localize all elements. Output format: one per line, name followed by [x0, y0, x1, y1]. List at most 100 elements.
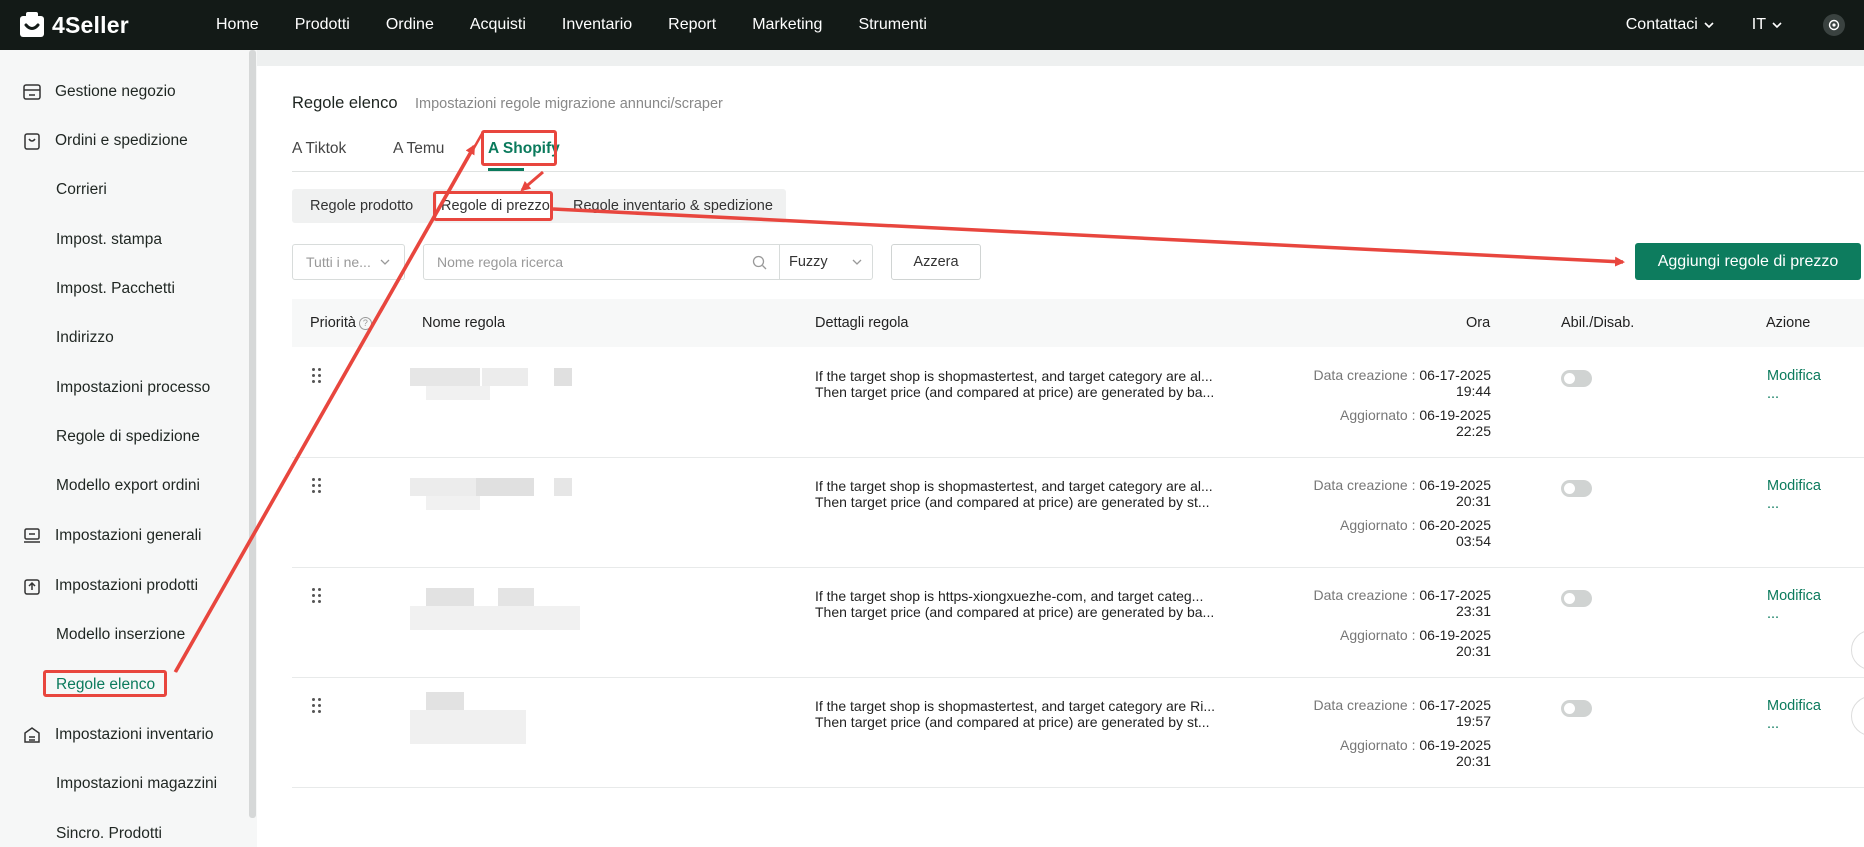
- drag-handle-icon[interactable]: [312, 478, 322, 494]
- nav-strumenti[interactable]: Strumenti: [858, 16, 926, 34]
- highlight-add-button: [1633, 241, 1863, 282]
- sidebar-item-regole-spedizione[interactable]: Regole di spedizione: [56, 426, 200, 448]
- sidebar-item-impostazioni-magazzini[interactable]: Impostazioni magazzini: [56, 773, 217, 795]
- sidebar-item-ordini-spedizione[interactable]: Ordini e spedizione: [22, 130, 188, 152]
- enable-toggle[interactable]: [1561, 480, 1592, 497]
- top-navbar: 4Seller Home Prodotti Ordine Acquisti In…: [0, 0, 1864, 50]
- nav-acquisti[interactable]: Acquisti: [470, 16, 526, 34]
- rule-name-blurred: [410, 478, 476, 496]
- edit-link[interactable]: Modifica: [1767, 588, 1821, 604]
- sidebar-item-impostazioni-prodotti[interactable]: Impostazioni prodotti: [22, 575, 198, 597]
- enable-toggle[interactable]: [1561, 590, 1592, 607]
- created-time: 19:57: [1455, 713, 1491, 729]
- rule-name-blurred: [410, 606, 580, 630]
- sidebar-item-impostazioni-processo[interactable]: Impostazioni processo: [56, 377, 210, 399]
- chevron-down-icon: [852, 259, 862, 265]
- sidebar-item-impost-stampa[interactable]: Impost. stampa: [56, 229, 162, 251]
- nav-inventario[interactable]: Inventario: [562, 16, 632, 34]
- table-row: If the target shop is shopmastertest, an…: [292, 348, 1864, 458]
- language-label: IT: [1751, 16, 1766, 33]
- updated-time: 20:31: [1455, 643, 1491, 659]
- nav-ordine[interactable]: Ordine: [386, 16, 434, 34]
- nav-report[interactable]: Report: [668, 16, 716, 34]
- more-actions-link[interactable]: ...: [1767, 716, 1779, 732]
- chevron-down-icon: [1772, 21, 1782, 28]
- edit-link[interactable]: Modifica: [1767, 478, 1821, 494]
- rule-name-blurred: [498, 588, 534, 606]
- nav-prodotti[interactable]: Prodotti: [295, 16, 350, 34]
- reset-button[interactable]: Azzera: [891, 244, 981, 280]
- shop-filter-value: Tutti i ne...: [306, 254, 371, 270]
- column-details: Dettagli regola: [815, 315, 909, 331]
- nav-home[interactable]: Home: [216, 16, 259, 34]
- app-logo[interactable]: 4Seller: [18, 12, 216, 39]
- enable-toggle[interactable]: [1561, 370, 1592, 387]
- edit-link[interactable]: Modifica: [1767, 698, 1821, 714]
- created-date: 06-17-2025: [1419, 367, 1491, 383]
- rule-name-blurred: [482, 368, 528, 386]
- created-date: 06-17-2025: [1419, 587, 1491, 603]
- created-label: Data creazione :: [1313, 697, 1416, 713]
- page-title: Regole elenco: [292, 94, 398, 112]
- tab-tiktok[interactable]: A Tiktok: [292, 140, 346, 158]
- drag-handle-icon[interactable]: [312, 698, 322, 714]
- main-nav: Home Prodotti Ordine Acquisti Inventario…: [216, 16, 963, 34]
- highlight-tab-shopify: [481, 130, 557, 166]
- sidebar-item-impostazioni-generali[interactable]: Impostazioni generali: [22, 525, 201, 547]
- rule-timestamps: Data creazione : 06-17-2025 19:57 Aggior…: [1050, 697, 1491, 769]
- created-label: Data creazione :: [1313, 587, 1416, 603]
- updated-date: 06-19-2025: [1419, 737, 1491, 753]
- more-actions-link[interactable]: ...: [1767, 386, 1779, 402]
- chevron-down-icon: [1704, 21, 1714, 28]
- enable-toggle[interactable]: [1561, 700, 1592, 717]
- app-name: 4Seller: [52, 11, 129, 38]
- created-label: Data creazione :: [1313, 367, 1416, 383]
- updated-time: 22:25: [1455, 423, 1491, 439]
- subtab-regole-prodotto[interactable]: Regole prodotto: [310, 198, 413, 214]
- column-priority: Priorità?: [310, 315, 372, 331]
- sidebar-item-sincro-prodotti[interactable]: Sincro. Prodotti: [56, 823, 162, 845]
- sidebar-item-modello-inserzione[interactable]: Modello inserzione: [56, 624, 185, 646]
- sidebar-item-gestione-negozio[interactable]: Gestione negozio: [22, 81, 176, 103]
- sidebar-item-indirizzo[interactable]: Indirizzo: [56, 327, 114, 349]
- created-time: 23:31: [1455, 603, 1491, 619]
- match-mode-select[interactable]: Fuzzy: [779, 244, 873, 280]
- sidebar-item-corrieri[interactable]: Corrieri: [56, 179, 107, 201]
- column-toggle: Abil./Disab.: [1561, 315, 1635, 331]
- sidebar-item-label: Impostazioni prodotti: [55, 577, 199, 594]
- tab-temu[interactable]: A Temu: [393, 140, 444, 158]
- help-icon[interactable]: ?: [358, 317, 372, 330]
- drag-handle-icon[interactable]: [312, 368, 322, 384]
- settings-icon: [22, 526, 42, 546]
- match-mode-value: Fuzzy: [789, 254, 828, 270]
- highlight-regole-elenco: [43, 670, 167, 697]
- rule-name-blurred: [554, 368, 572, 386]
- rule-name-blurred: [426, 496, 480, 510]
- updated-label: Aggiornato :: [1339, 407, 1416, 423]
- column-priority-label: Priorità: [310, 315, 356, 331]
- shop-filter-select[interactable]: Tutti i ne...: [292, 244, 405, 280]
- sidebar-item-impostazioni-inventario[interactable]: Impostazioni inventario: [22, 724, 214, 746]
- edit-link[interactable]: Modifica: [1767, 368, 1821, 384]
- language-dropdown[interactable]: IT: [1752, 16, 1782, 34]
- sidebar-item-impost-pacchetti[interactable]: Impost. Pacchetti: [56, 278, 175, 300]
- subtab-regole-inventario[interactable]: Regole inventario & spedizione: [573, 198, 773, 214]
- column-name: Nome regola: [422, 315, 506, 331]
- more-actions-link[interactable]: ...: [1767, 606, 1779, 622]
- created-time: 19:44: [1455, 383, 1491, 399]
- settings-gear-icon[interactable]: [1823, 14, 1845, 36]
- topbar-right: Contattaci IT: [1626, 0, 1864, 50]
- search-icon[interactable]: [752, 255, 767, 270]
- sidebar-item-label: Impostazioni inventario: [55, 726, 214, 743]
- drag-handle-icon[interactable]: [312, 588, 322, 604]
- rule-search-input[interactable]: [437, 254, 737, 270]
- sidebar-scrollbar[interactable]: [249, 50, 256, 818]
- page-subtitle: Impostazioni regole migrazione annunci/s…: [415, 96, 723, 112]
- contact-dropdown[interactable]: Contattaci: [1626, 16, 1714, 34]
- sidebar-item-label: Ordini e spedizione: [55, 132, 188, 149]
- rule-timestamps: Data creazione : 06-17-2025 19:44 Aggior…: [1050, 367, 1491, 439]
- rule-name-blurred: [554, 478, 572, 496]
- sidebar-item-modello-export[interactable]: Modello export ordini: [56, 475, 200, 497]
- more-actions-link[interactable]: ...: [1767, 496, 1779, 512]
- nav-marketing[interactable]: Marketing: [752, 16, 822, 34]
